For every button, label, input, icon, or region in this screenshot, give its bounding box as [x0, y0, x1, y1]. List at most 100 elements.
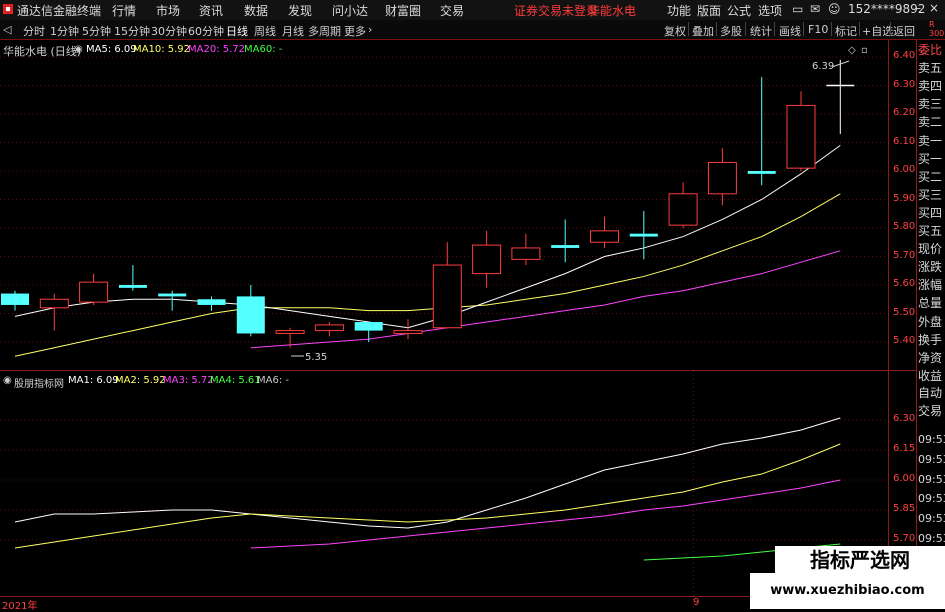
period-fenshi[interactable]: 分时	[23, 23, 45, 39]
year-label: 2021年	[2, 601, 38, 612]
tool-add-favorite[interactable]: +自选	[862, 23, 893, 39]
side-item: 换手	[918, 332, 943, 347]
tool-f10[interactable]: F10	[808, 23, 828, 36]
app-title: 通达信金融终端	[17, 4, 102, 18]
candle[interactable]	[747, 76, 776, 186]
menu-gongneng[interactable]: 功能	[667, 2, 691, 19]
legend-toggle-icon[interactable]: ◉	[74, 44, 83, 55]
tool-fuquan[interactable]: 复权	[664, 23, 686, 39]
y-tick-ind: 5.70	[893, 533, 916, 544]
watermark-url: www.xuezhibiao.com	[750, 573, 945, 609]
menu-jiaoyi[interactable]: 交易	[440, 2, 464, 19]
candle[interactable]	[1, 290, 29, 311]
period-more[interactable]: 更多	[344, 23, 366, 39]
period-multi[interactable]: 多周期	[308, 23, 341, 39]
ind-ma4-legend: MA4: 5.61	[210, 375, 261, 386]
y-tick-main: 6.20	[893, 107, 916, 118]
stock-title[interactable]: 华能水电 (日线)	[3, 43, 81, 59]
menu-caifuquan[interactable]: 财富圈	[385, 2, 421, 19]
chevron-right-icon[interactable]: ›	[368, 23, 372, 36]
side-item: 收益	[918, 368, 943, 383]
menu-zixun[interactable]: 资讯	[199, 2, 223, 19]
window-min-icon[interactable]: –	[915, 1, 921, 15]
menu-gongshi[interactable]: 公式	[727, 2, 751, 19]
ind-ma3-line	[250, 479, 841, 549]
diamond-icon[interactable]: ◇	[848, 45, 856, 56]
candle[interactable]	[590, 216, 619, 248]
menu-shichang[interactable]: 市场	[156, 2, 180, 19]
y-tick-main: 5.50	[893, 306, 916, 318]
side-auto-trade[interactable]: 交易	[918, 402, 942, 420]
period-60min[interactable]: 60分钟	[188, 23, 224, 39]
tool-huaxian[interactable]: 画线	[779, 23, 801, 39]
candle[interactable]	[79, 273, 109, 305]
period-day[interactable]: 日线	[226, 23, 248, 39]
candle[interactable]	[275, 327, 305, 348]
candle[interactable]	[472, 230, 502, 288]
side-item: 总量	[918, 296, 943, 311]
candle[interactable]	[432, 242, 462, 329]
minimize-icon[interactable]: ▭	[792, 2, 803, 16]
login-warning[interactable]: 证券交易未登录	[514, 2, 598, 19]
watermark-title: 指标严选网	[775, 546, 945, 574]
r-badge-top: R	[929, 20, 935, 29]
menu-shuju[interactable]: 数据	[244, 2, 268, 19]
side-auto-trade[interactable]: 自动	[918, 384, 942, 402]
candle[interactable]	[158, 290, 187, 311]
scroll-left-icon[interactable]: ◁	[3, 23, 11, 36]
indicator-name[interactable]: 股朋指标网	[14, 375, 64, 390]
side-time: 09:53	[918, 472, 945, 486]
period-month[interactable]: 月线	[282, 23, 304, 39]
candle[interactable]	[393, 319, 423, 340]
gear-small-icon[interactable]: ▫	[861, 45, 868, 56]
period-15min[interactable]: 15分钟	[114, 23, 150, 39]
tool-duogu[interactable]: 多股	[720, 23, 742, 39]
candle[interactable]	[314, 322, 344, 337]
menu-faxian[interactable]: 发现	[288, 2, 312, 19]
y-tick-ind: 5.85	[893, 503, 916, 514]
side-item: 买一	[918, 151, 943, 166]
candle[interactable]	[707, 148, 737, 206]
candle[interactable]	[197, 296, 226, 311]
menu-banmian[interactable]: 版面	[697, 2, 721, 19]
menu-wenxiaoda[interactable]: 问小达	[332, 2, 368, 19]
low-price-label: 5.35	[305, 352, 327, 363]
tool-tongji[interactable]: 统计	[750, 23, 772, 39]
current-stock-tag: 华能水电	[588, 4, 637, 18]
month-marker: 9	[693, 597, 700, 608]
side-item: 现价	[918, 242, 943, 257]
y-tick-main: 6.40	[893, 50, 916, 61]
ma10-line	[14, 193, 841, 357]
side-item: 买三	[918, 187, 943, 202]
period-5min[interactable]: 5分钟	[82, 23, 111, 39]
window-close-icon[interactable]: ×	[929, 1, 939, 15]
mail-icon[interactable]: ✉	[810, 2, 820, 16]
candle[interactable]	[511, 233, 541, 266]
chart-area[interactable]: 6.39 5.35 ◇ ▫	[0, 40, 945, 609]
user-id[interactable]: 152****9892	[848, 2, 925, 16]
y-tick-main: 5.40	[893, 335, 916, 346]
candle[interactable]	[668, 182, 698, 228]
candle[interactable]	[354, 322, 383, 342]
tool-back[interactable]: 返回	[893, 23, 915, 39]
y-tick-main: 5.70	[893, 249, 916, 261]
menu-xuanxiang[interactable]: 选项	[758, 2, 782, 19]
candle[interactable]	[118, 265, 147, 291]
period-week[interactable]: 周线	[254, 23, 276, 39]
tool-diejia[interactable]: 叠加	[692, 23, 714, 39]
y-tick-main: 5.60	[893, 278, 916, 289]
period-1min[interactable]: 1分钟	[50, 23, 79, 39]
user-icon[interactable]: ☺	[828, 2, 841, 16]
ma20-legend: MA20: 5.72	[188, 44, 246, 55]
candle[interactable]	[236, 285, 265, 337]
period-30min[interactable]: 30分钟	[151, 23, 187, 39]
candle[interactable]	[39, 293, 69, 331]
candle[interactable]	[629, 210, 658, 260]
ind-ma3-legend: MA3: 5.72	[163, 375, 214, 386]
menu-hangqing[interactable]: 行情	[112, 2, 136, 19]
candle[interactable]	[786, 91, 816, 171]
tool-biaoji[interactable]: 标记	[835, 23, 857, 39]
candle[interactable]	[551, 219, 580, 263]
indicator-toggle-icon[interactable]: ◉	[3, 375, 12, 386]
side-item: 委比	[918, 43, 943, 57]
